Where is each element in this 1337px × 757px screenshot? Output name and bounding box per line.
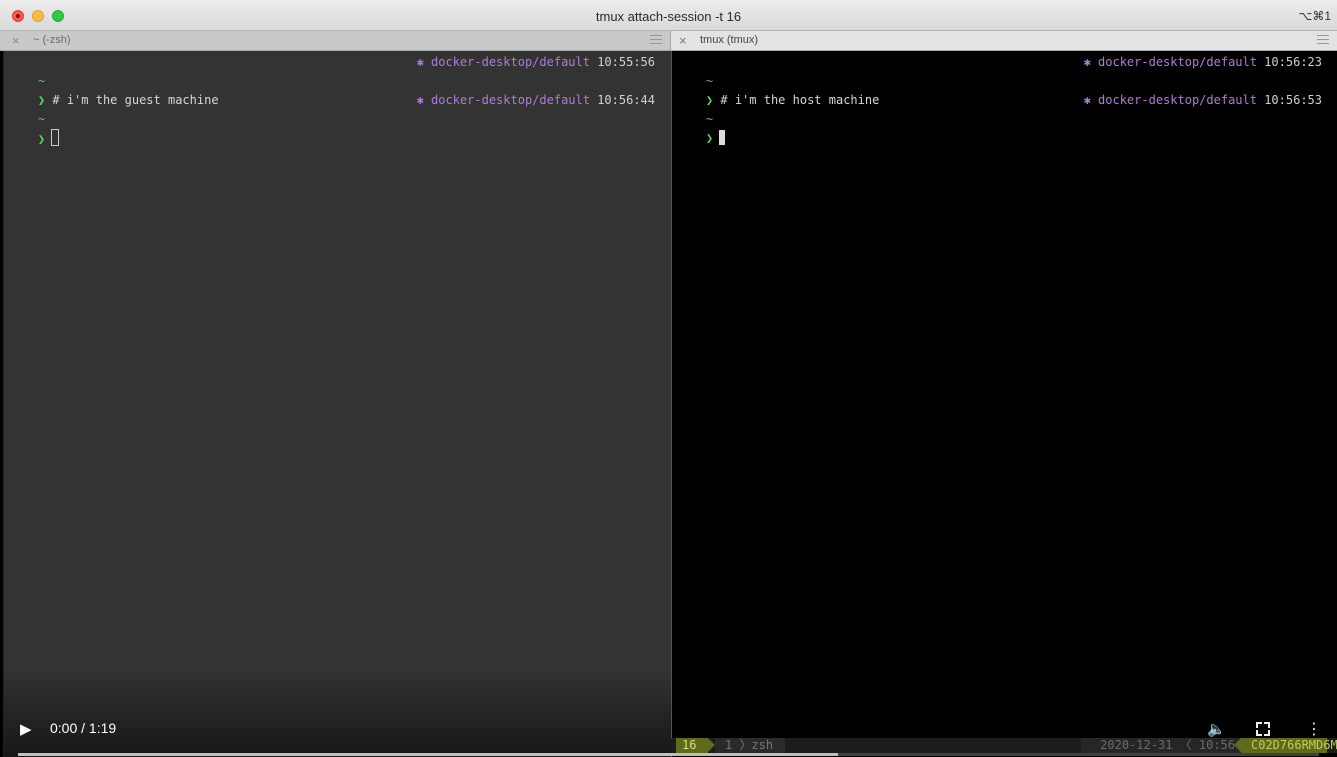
terminal-cursor	[51, 129, 60, 146]
prompt-time: 10:56:23	[1264, 55, 1322, 69]
hamburger-menu-icon[interactable]	[1317, 35, 1329, 45]
tab-zsh[interactable]: × ~ (-zsh)	[0, 31, 671, 50]
command-line: ❯	[9, 110, 655, 146]
prompt-chevron-icon: ❯	[705, 131, 714, 145]
more-options-icon[interactable]: ⋮	[1306, 720, 1322, 738]
close-tab-icon[interactable]: ×	[12, 33, 20, 48]
right-prompt: ✱ docker-desktop/default 10:56:44	[417, 91, 655, 110]
fullscreen-icon[interactable]	[1256, 722, 1270, 736]
kube-context: ✱ docker-desktop/default	[1083, 55, 1257, 69]
video-progress-bar[interactable]	[18, 753, 1319, 756]
play-icon[interactable]: ▶	[20, 720, 36, 738]
close-tab-icon[interactable]: ×	[679, 33, 687, 48]
kube-context: ✱ docker-desktop/default	[416, 93, 590, 107]
window-shortcut: ⌥⌘1	[1298, 9, 1331, 23]
terminal-cursor	[719, 130, 726, 145]
right-prompt: ✱ docker-desktop/default 10:56:23	[1084, 53, 1322, 72]
right-prompt: ✱ docker-desktop/default 10:55:56	[417, 53, 655, 72]
tmux-datetime: 2020-12-31 〈 10:56	[1081, 738, 1241, 753]
tab-bar: × ~ (-zsh) × tmux (tmux)	[0, 31, 1337, 51]
terminal-pane-guest[interactable]: ~ ✱ docker-desktop/default 10:55:56 ❯ # …	[3, 51, 671, 757]
right-prompt: ✱ docker-desktop/default 10:56:53	[1084, 91, 1322, 110]
prompt-time: 10:55:56	[597, 55, 655, 69]
video-time: 0:00 / 1:19	[50, 720, 117, 736]
tab-tmux[interactable]: × tmux (tmux)	[671, 31, 1337, 50]
kube-context: ✱ docker-desktop/default	[1083, 93, 1257, 107]
command-line: ❯ # i'm the host machine	[677, 72, 1322, 107]
tmux-session-number: 16	[676, 738, 715, 753]
prompt-line: ~ ✱ docker-desktop/default 10:56:23	[677, 53, 1322, 88]
prompt-chevron-icon: ❯	[37, 132, 46, 146]
tmux-status-bar: 16 1 〉zsh 2020-12-31 〈 10:56 C02D766RMD6…	[671, 738, 1337, 753]
window-titlebar: tmux attach-session -t 16 ⌥⌘1	[0, 0, 1337, 31]
hamburger-menu-icon[interactable]	[650, 35, 662, 45]
prompt-line: ~ ✱ docker-desktop/default 10:56:53	[677, 91, 1322, 126]
tmux-window-indicator[interactable]: 1 〉zsh	[715, 738, 785, 753]
tmux-hostname: C02D766RMD6M	[1234, 738, 1337, 753]
video-controls-shade	[4, 667, 671, 757]
window-title: tmux attach-session -t 16	[595, 9, 742, 24]
volume-icon[interactable]: 🔈	[1207, 720, 1226, 738]
prompt-time: 10:56:53	[1264, 93, 1322, 107]
prompt-line: ~ ✱ docker-desktop/default 10:55:56	[9, 53, 655, 88]
command-line: ❯	[677, 110, 1322, 145]
tab-label: ~ (-zsh)	[33, 34, 71, 46]
video-progress-buffered	[18, 753, 838, 756]
kube-context: ✱ docker-desktop/default	[416, 55, 590, 69]
tab-label: tmux (tmux)	[700, 34, 759, 46]
terminal-pane-host[interactable]: ~ ✱ docker-desktop/default 10:56:23 ❯ # …	[671, 51, 1337, 757]
command-line: ❯ # i'm the guest machine	[9, 72, 655, 107]
prompt-line: ~ ✱ docker-desktop/default 10:56:44	[9, 91, 655, 126]
prompt-time: 10:56:44	[597, 93, 655, 107]
